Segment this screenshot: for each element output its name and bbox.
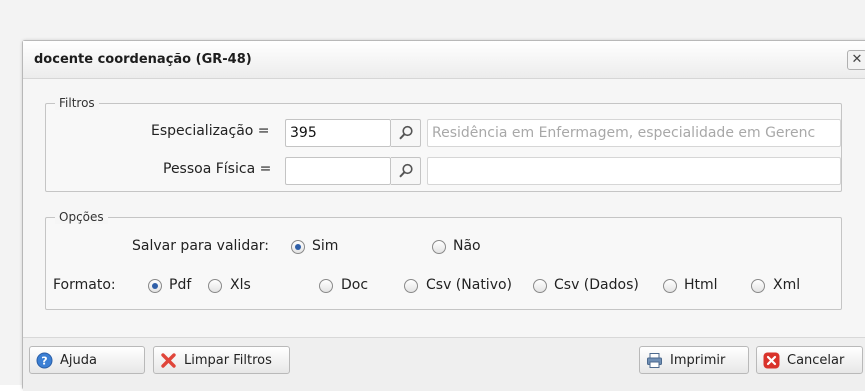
formato-doc-label: Doc [341, 277, 369, 293]
formato-html-label: Html [684, 277, 718, 293]
pessoa-fisica-description [427, 157, 841, 185]
pessoa-fisica-input[interactable] [285, 157, 391, 185]
especializacao-search-button[interactable] [391, 119, 421, 147]
opcoes-legend: Opções [55, 210, 108, 224]
formato-xls-label: Xls [230, 277, 251, 293]
svg-text:?: ? [41, 355, 47, 368]
magnifier-icon [399, 163, 413, 178]
ajuda-button[interactable]: ? Ajuda [29, 346, 145, 374]
formato-pdf-label: Pdf [169, 277, 192, 293]
imprimir-label: Imprimir [670, 353, 726, 368]
salvar-nao-radio[interactable] [432, 240, 446, 254]
especializacao-input[interactable]: 395 [285, 119, 391, 147]
salvar-label: Salvar para validar: [132, 238, 270, 254]
formato-csv-nativo-label: Csv (Nativo) [426, 277, 513, 293]
limpar-filtros-label: Limpar Filtros [184, 353, 272, 368]
limpar-filtros-button[interactable]: Limpar Filtros [153, 346, 290, 374]
close-button[interactable]: ✕ [847, 50, 865, 70]
formato-xml-label: Xml [773, 277, 801, 293]
pessoa-fisica-label: Pessoa Física = [163, 161, 272, 177]
printer-icon [647, 353, 662, 368]
dialog-title: docente coordenação (GR-48) [34, 52, 252, 67]
formato-pdf-radio[interactable] [148, 279, 162, 293]
close-icon: ✕ [851, 52, 863, 67]
formato-csv-dados-label: Csv (Dados) [554, 277, 639, 293]
opcoes-fieldset: Opções Salvar para validar: Sim Não Form… [45, 210, 842, 310]
especializacao-description: Residência em Enfermagem, especialidade … [427, 119, 841, 147]
clear-x-icon [161, 353, 176, 368]
ajuda-label: Ajuda [60, 353, 97, 368]
salvar-nao-label: Não [453, 238, 481, 254]
formato-xml-radio[interactable] [751, 279, 765, 293]
magnifier-icon [399, 125, 413, 140]
salvar-sim-radio[interactable] [291, 240, 305, 254]
cancel-icon [763, 352, 780, 369]
cancelar-button[interactable]: Cancelar [756, 346, 863, 374]
formato-doc-radio[interactable] [319, 279, 333, 293]
pessoa-fisica-search-button[interactable] [391, 157, 421, 185]
formato-html-radio[interactable] [663, 279, 677, 293]
filtros-legend: Filtros [55, 96, 99, 110]
especializacao-label: Especialização = [151, 123, 270, 139]
dialog-titlebar: docente coordenação (GR-48) ✕ [23, 41, 865, 79]
formato-csv-nativo-radio[interactable] [404, 279, 418, 293]
salvar-sim-label: Sim [312, 238, 339, 254]
formato-label: Formato: [53, 277, 116, 293]
report-dialog: docente coordenação (GR-48) ✕ Filtros Es… [22, 40, 865, 391]
imprimir-button[interactable]: Imprimir [639, 346, 749, 374]
formato-xls-radio[interactable] [208, 279, 222, 293]
formato-csv-dados-radio[interactable] [533, 279, 547, 293]
filtros-fieldset: Filtros Especialização = 395 Residência … [45, 96, 842, 192]
help-icon: ? [36, 352, 53, 369]
cancelar-label: Cancelar [787, 353, 845, 368]
dialog-footer: ? Ajuda Limpar Filtros Imprimir Cancelar [23, 337, 865, 391]
